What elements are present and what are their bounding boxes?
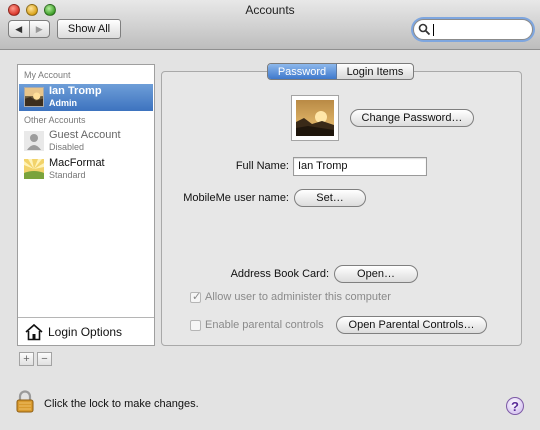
open-parental-controls-button[interactable]: Open Parental Controls… bbox=[336, 316, 487, 334]
parental-controls-checkbox[interactable]: Enable parental controls bbox=[190, 319, 324, 331]
accounts-window: Accounts ◀ ▶ Show All My Account Ian Tro… bbox=[0, 0, 540, 430]
checkmark-icon: ✓ bbox=[192, 290, 202, 303]
tab-password[interactable]: Password bbox=[268, 64, 337, 79]
full-name-label: Full Name: bbox=[235, 160, 289, 172]
change-password-button[interactable]: Change Password… bbox=[350, 109, 474, 127]
user-item-guest-account[interactable]: Guest Account Disabled bbox=[19, 128, 153, 155]
window-title: Accounts bbox=[245, 3, 295, 17]
open-address-card-button[interactable]: Open… bbox=[334, 265, 418, 283]
help-button[interactable]: ? bbox=[506, 397, 524, 415]
account-picture bbox=[296, 100, 334, 136]
address-book-label: Address Book Card: bbox=[230, 268, 329, 280]
forward-icon[interactable]: ▶ bbox=[28, 21, 50, 37]
user-role: Standard bbox=[49, 170, 86, 180]
login-options-item[interactable]: Login Options bbox=[18, 317, 154, 345]
text-caret bbox=[433, 24, 434, 36]
padlock-icon[interactable] bbox=[16, 390, 34, 413]
account-picture-well[interactable] bbox=[291, 95, 339, 141]
user-role: Disabled bbox=[49, 142, 85, 152]
other-accounts-header: Other Accounts bbox=[24, 115, 86, 125]
remove-account-button[interactable]: − bbox=[37, 352, 52, 366]
login-options-label: Login Options bbox=[48, 325, 123, 339]
back-forward-control: ◀ ▶ bbox=[8, 20, 50, 38]
user-name: MacFormat bbox=[49, 157, 105, 169]
accounts-list: My Account Ian Tromp Admin Other Account… bbox=[17, 64, 155, 346]
full-name-field[interactable]: Ian Tromp bbox=[293, 157, 427, 176]
tab-bar: Password Login Items bbox=[267, 63, 414, 80]
set-mobileme-button[interactable]: Set… bbox=[294, 189, 366, 207]
my-account-header: My Account bbox=[24, 70, 71, 80]
user-role: Admin bbox=[49, 98, 77, 108]
back-icon[interactable]: ◀ bbox=[9, 21, 29, 37]
mobileme-label: MobileMe user name: bbox=[183, 192, 289, 204]
guest-silhouette-icon bbox=[24, 131, 44, 151]
user-photo bbox=[24, 87, 44, 107]
user-item-macformat[interactable]: MacFormat Standard bbox=[19, 156, 153, 183]
toolbar: Accounts ◀ ▶ Show All bbox=[0, 0, 540, 50]
user-name: Guest Account bbox=[49, 129, 121, 141]
user-name: Ian Tromp bbox=[49, 85, 102, 97]
parental-controls-label: Enable parental controls bbox=[205, 319, 324, 331]
user-item-ian-tromp[interactable]: Ian Tromp Admin bbox=[19, 84, 153, 111]
checkbox-box: ✓ bbox=[190, 290, 202, 303]
house-icon bbox=[25, 323, 43, 341]
lock-status-text: Click the lock to make changes. bbox=[44, 398, 199, 410]
tab-login-items[interactable]: Login Items bbox=[337, 64, 413, 79]
search-icon bbox=[418, 23, 431, 36]
allow-admin-checkbox[interactable]: ✓ Allow user to administer this computer bbox=[190, 291, 391, 303]
checkbox-box bbox=[190, 319, 201, 331]
show-all-button[interactable]: Show All bbox=[57, 19, 121, 39]
user-photo bbox=[24, 159, 44, 179]
add-account-button[interactable]: + bbox=[19, 352, 34, 366]
search-input[interactable] bbox=[413, 19, 533, 40]
allow-admin-label: Allow user to administer this computer bbox=[205, 291, 391, 303]
